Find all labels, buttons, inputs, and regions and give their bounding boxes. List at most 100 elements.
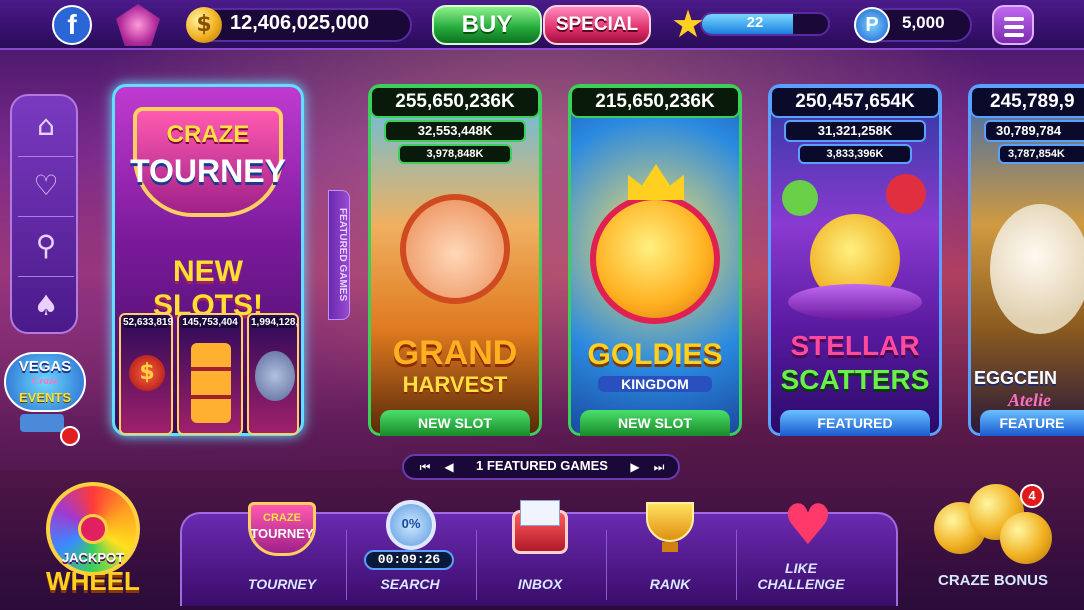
coin-icon: $	[186, 7, 222, 43]
game-title-line2: Atelie	[1008, 390, 1051, 410]
jackpot-wheel-label-line2: WHEEL	[46, 566, 140, 596]
menu-line	[1004, 25, 1024, 29]
mini-slot-value: 145,753,404	[181, 317, 239, 328]
jackpot-major: 245,789,9	[970, 86, 1084, 118]
search-icon[interactable]: ⚲	[22, 222, 70, 270]
menu-button[interactable]	[992, 5, 1034, 45]
game-card-eggcein-atelier[interactable]: 245,789,9 30,789,784 3,787,854K EGGCEIN …	[968, 84, 1084, 436]
tourney-label: TOURNEY	[247, 576, 317, 592]
bottom-divider	[476, 530, 477, 600]
envelope-icon	[520, 500, 560, 526]
dollar-icon: $	[129, 355, 165, 391]
egg-icon	[990, 204, 1084, 334]
search-label: SEARCH	[380, 576, 440, 592]
nav-divider	[18, 156, 74, 157]
craze-tourney-card[interactable]: CRAZE TOURNEY NEW SLOTS! 52,633,819 $ 14…	[112, 84, 304, 436]
game-title-line2: SCATTERS	[780, 364, 930, 395]
pager-label: 1 FEATURED GAMES	[476, 458, 608, 473]
tourney-icon-line1: CRAZE	[263, 512, 301, 524]
facebook-icon[interactable]: f	[52, 5, 92, 45]
nav-divider	[18, 216, 74, 217]
featured-ribbon: FEATURED	[780, 410, 930, 436]
points-balance: 5,000	[902, 13, 945, 32]
vegas-events-line1: VEGAS	[18, 358, 72, 375]
vegas-events-line2: Craze	[31, 375, 59, 387]
inbox-label: INBOX	[517, 576, 563, 592]
next-page-button[interactable]: ▶	[624, 456, 646, 478]
trophy-icon	[646, 502, 694, 542]
tourney-title-line1: CRAZE	[166, 121, 250, 148]
wheel-hub	[78, 514, 108, 544]
first-page-button[interactable]: ⏮	[414, 456, 436, 478]
alarm-heart-icon[interactable]: ♡	[22, 162, 70, 210]
mini-slot-preview: 1,994,128,	[247, 313, 299, 435]
rank-button[interactable]: RANK	[610, 496, 730, 606]
coin-balance: 12,406,025,000	[230, 12, 370, 34]
jackpot-minor: 30,789,784	[984, 120, 1084, 142]
inbox-button[interactable]: INBOX	[480, 496, 600, 606]
cloud-icon	[20, 414, 64, 432]
jackpot-mini: 3,978,848K	[398, 144, 512, 164]
jackpot-minor: 32,553,448K	[384, 120, 526, 142]
featured-games-tab-label: FEATURED GAMES	[337, 208, 348, 302]
farmer-girl-icon	[400, 194, 510, 304]
jackpot-major: 255,650,236K	[370, 86, 540, 118]
last-page-button[interactable]: ⏭	[648, 456, 670, 478]
tourney-icon-line2: TOURNEY	[250, 526, 314, 541]
level-number: 22	[746, 14, 764, 31]
cards-icon[interactable]: ♠	[22, 282, 70, 330]
tourney-title-line2: TOURNEY	[130, 153, 286, 189]
heart-icon: ♥	[782, 493, 834, 558]
vegas-events-line3: EVENTS	[18, 390, 71, 405]
game-title-line1: EGGCEIN	[974, 368, 1058, 388]
jackpot-minor: 31,321,258K	[784, 120, 926, 142]
green-alien-icon	[782, 180, 818, 216]
notification-dot	[60, 426, 80, 446]
search-percent: 0%	[401, 516, 421, 531]
menu-line	[1004, 17, 1024, 21]
new-slot-ribbon: NEW SLOT	[380, 410, 530, 436]
special-button[interactable]: SPECIAL	[543, 5, 651, 45]
left-nav: ⌂ ♡ ⚲ ♠	[10, 94, 78, 334]
jackpot-major: 250,457,654K	[770, 86, 940, 118]
like-challenge-button[interactable]: ♥ LIKE CHALLENGE	[740, 496, 862, 606]
tourney-button[interactable]: CRAZE TOURNEY TOURNEY	[222, 496, 342, 606]
jackpot-mini: 3,833,396K	[798, 144, 912, 164]
vegas-events-button[interactable]: VEGAS Craze EVENTS	[4, 352, 86, 446]
game-card-grand-harvest[interactable]: 255,650,236K 32,553,448K 3,978,848K GRAN…	[368, 84, 542, 436]
bottom-divider	[736, 530, 737, 600]
bottom-divider	[606, 530, 607, 600]
nav-divider	[18, 276, 74, 277]
featured-pager: ⏮ ◀ 1 FEATURED GAMES ▶ ⏭	[402, 454, 680, 480]
red-alien-icon	[886, 174, 926, 214]
game-card-stellar-scatters[interactable]: 250,457,654K 31,321,258K 3,833,396K STEL…	[768, 84, 942, 436]
points-icon: P	[854, 7, 890, 43]
mini-slot-value: 52,633,819	[123, 317, 174, 328]
goldie-character-icon	[590, 194, 720, 324]
game-card-goldies-kingdom[interactable]: 215,650,236K GOLDIES KINGDOM NEW SLOT	[568, 84, 742, 436]
bonus-count-badge: 4	[1020, 484, 1044, 508]
coin-stack-icon	[1000, 512, 1052, 564]
jackpot-wheel-label-line1: JACKPOT	[61, 550, 125, 565]
game-title-line1: GRAND	[392, 334, 518, 372]
home-icon[interactable]: ⌂	[22, 102, 70, 150]
mini-slot-preview: 145,753,404	[177, 313, 243, 435]
mini-slot-preview: 52,633,819 $	[119, 313, 173, 435]
featured-ribbon: FEATURE	[980, 410, 1084, 436]
new-slot-ribbon: NEW SLOT	[580, 410, 730, 436]
menu-line	[1004, 33, 1024, 37]
search-timer: 00:09:26	[364, 550, 454, 570]
jackpot-mini: 3,787,854K	[998, 144, 1084, 164]
mini-slot-value: 1,994,128,	[251, 317, 299, 328]
prev-page-button[interactable]: ◀	[438, 456, 460, 478]
buy-button[interactable]: BUY	[432, 5, 542, 45]
bottom-divider	[346, 530, 347, 600]
game-title-line1: STELLAR	[790, 330, 920, 361]
ufo-icon	[788, 284, 922, 320]
game-title-line2: HARVEST	[402, 372, 508, 397]
game-title-line2: KINGDOM	[598, 376, 712, 392]
trophy-stem	[662, 542, 678, 552]
rank-label: RANK	[649, 576, 691, 592]
game-title-line1: GOLDIES	[587, 338, 723, 371]
jackpot-wheel-button[interactable]: JACKPOT WHEEL	[28, 478, 158, 602]
